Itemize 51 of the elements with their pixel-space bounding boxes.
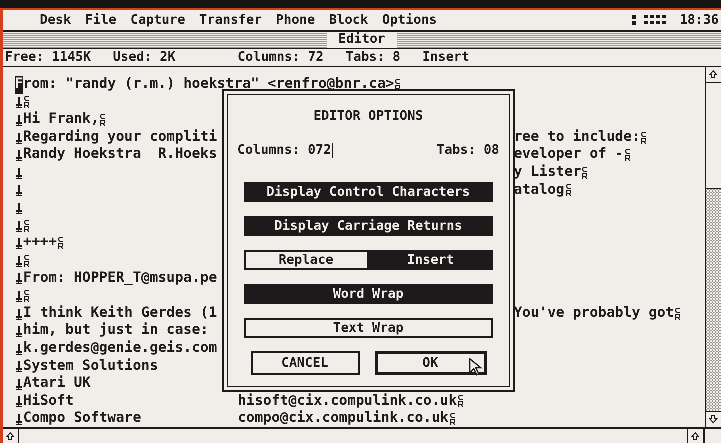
text-line: rom: "randy (r.m.) hoekstra" <renfro@bnr.ca>	[23, 76, 394, 94]
mouse-pointer-icon	[468, 358, 482, 376]
mode-button[interactable]: Insert	[368, 250, 493, 270]
text-line: atalog	[514, 182, 565, 200]
text-line: ree to include:	[514, 128, 640, 146]
window-title: Editor	[326, 32, 398, 48]
text-line: From: HOPPER_T@msupa.pe	[23, 270, 218, 288]
option-button[interactable]: Display Control Characters	[244, 182, 493, 202]
dialog-button[interactable]: CANCEL	[250, 351, 360, 375]
text-line: Compo Software	[23, 410, 142, 428]
text-line: HiSoft	[23, 392, 74, 410]
dialog-title: EDITOR OPTIONS	[314, 109, 424, 126]
text-line: eveloper of -	[514, 146, 624, 164]
columns-field[interactable]: 072	[308, 143, 332, 158]
option-button[interactable]: Text Wrap	[244, 318, 493, 338]
menu-item[interactable]: Options	[375, 12, 444, 28]
status-text: Free: 1145K	[5, 50, 92, 65]
text-line: compo@cix.compulink.co.uk	[238, 410, 449, 428]
text-line: Atari UK	[23, 375, 91, 393]
tabs-field[interactable]: 08	[484, 143, 500, 158]
text-line: k.gerdes@genie.geis.com	[23, 340, 218, 358]
clock: 18:36	[680, 12, 719, 28]
text-line: y Lister	[514, 164, 582, 182]
menu-item[interactable]: File	[78, 12, 124, 28]
text-line: him, but just in case:	[23, 322, 209, 340]
field-label: Tabs:	[436, 143, 478, 158]
menu-item[interactable]: Phone	[269, 12, 322, 28]
scroll-up-icon[interactable]	[3, 429, 19, 443]
text-line: System Solutions	[23, 358, 158, 376]
menu-item[interactable]: Block	[322, 12, 376, 28]
option-button[interactable]: Word Wrap	[244, 284, 493, 304]
text-line: Randy Hoekstra R.Hoeks	[23, 146, 218, 164]
text-cursor: F	[15, 76, 24, 94]
mode-button[interactable]: Replace	[244, 250, 368, 270]
menu-item[interactable]: Transfer	[192, 12, 270, 28]
text-line: You've probably got	[514, 304, 674, 322]
text-line: Hi Frank,	[23, 111, 100, 129]
text-line: ++++	[23, 234, 58, 252]
text-line: Regarding your compliti	[23, 128, 218, 146]
text-line: hisoft@cix.compulink.co.uk	[238, 392, 458, 410]
field-label: Columns:	[238, 143, 302, 158]
status-text: Insert	[422, 50, 470, 65]
status-text: Tabs: 8	[346, 50, 401, 65]
menu-item[interactable]: Desk	[33, 12, 78, 28]
status-text: Used: 2K	[113, 50, 176, 65]
text-line: I think Keith Gerdes (1	[23, 304, 218, 322]
menu-item[interactable]: Capture	[124, 12, 192, 28]
option-button[interactable]: Display Carriage Returns	[244, 216, 493, 236]
status-text: Columns: 72	[238, 50, 324, 65]
scroll-up-icon[interactable]	[687, 429, 704, 443]
dialog-button[interactable]: OK	[374, 351, 486, 375]
